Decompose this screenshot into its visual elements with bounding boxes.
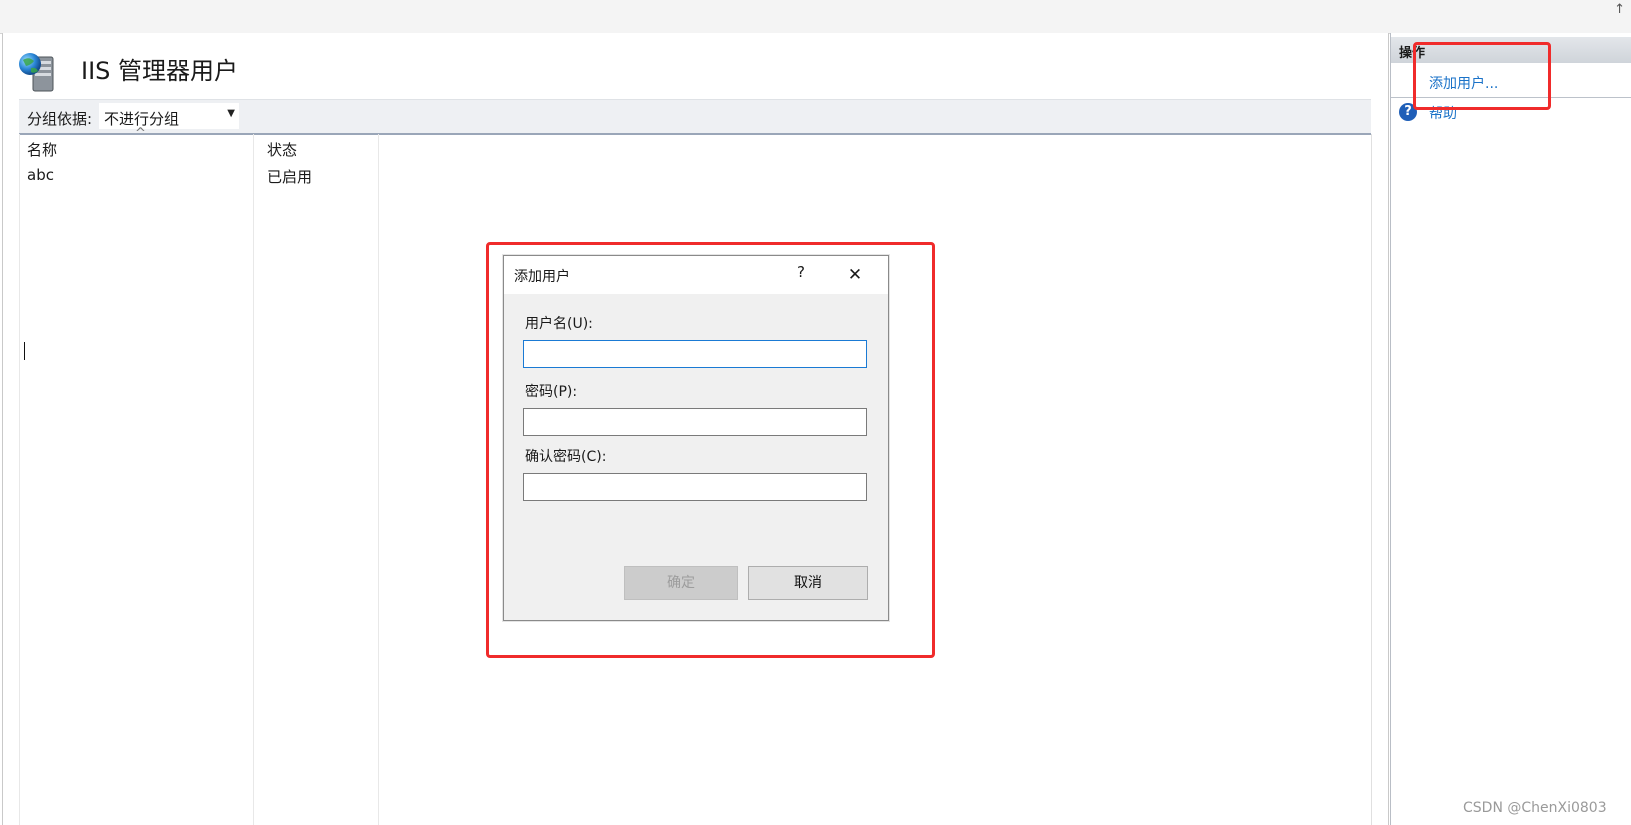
- password-field[interactable]: [523, 408, 867, 436]
- iis-server-icon: [19, 53, 54, 92]
- window-top-strip: ↑: [0, 0, 1631, 34]
- table-row[interactable]: abc 已启用: [19, 163, 379, 189]
- help-question-icon[interactable]: ?: [791, 263, 811, 285]
- list-header-row: ^ 名称 状态: [19, 126, 1371, 162]
- annotation-box-add-user: [1413, 42, 1551, 110]
- username-field[interactable]: [523, 340, 867, 368]
- column-divider: [378, 134, 379, 825]
- ok-button[interactable]: 确定: [624, 566, 738, 600]
- column-divider: [19, 134, 20, 825]
- column-header-status[interactable]: 状态: [267, 139, 297, 160]
- cancel-button[interactable]: 取消: [748, 566, 868, 600]
- dropdown-arrow-icon: ▼: [227, 108, 235, 119]
- close-icon[interactable]: ✕: [843, 263, 867, 287]
- corner-glyph: ↑: [1614, 2, 1625, 17]
- group-by-dropdown[interactable]: 不进行分组 ▼: [99, 103, 239, 129]
- user-name-cell: abc: [27, 166, 54, 184]
- column-header-name[interactable]: 名称: [27, 139, 57, 160]
- column-divider: [253, 134, 254, 825]
- confirm-password-field[interactable]: [523, 473, 867, 501]
- user-status-cell: 已启用: [267, 168, 313, 186]
- dialog-title: 添加用户: [514, 269, 570, 285]
- text-caret: [24, 342, 25, 360]
- actions-pane: 操作 添加用户... ? 帮助: [1390, 33, 1631, 825]
- group-by-label: 分组依据:: [27, 110, 93, 128]
- username-label: 用户名(U):: [525, 316, 593, 332]
- column-divider: [1371, 134, 1372, 825]
- dialog-titlebar: 添加用户 ? ✕: [504, 256, 888, 294]
- sort-ascending-icon: ^: [135, 126, 146, 141]
- group-by-toolbar: 分组依据: 不进行分组 ▼: [19, 99, 1371, 135]
- password-label: 密码(P):: [525, 384, 578, 400]
- confirm-password-label: 确认密码(C):: [525, 449, 607, 465]
- page-title: IIS 管理器用户: [81, 57, 239, 85]
- add-user-dialog: 添加用户 ? ✕ 用户名(U): 密码(P): 确认密码(C): 确定 取消: [503, 255, 889, 621]
- watermark: CSDN @ChenXi0803: [1463, 800, 1607, 816]
